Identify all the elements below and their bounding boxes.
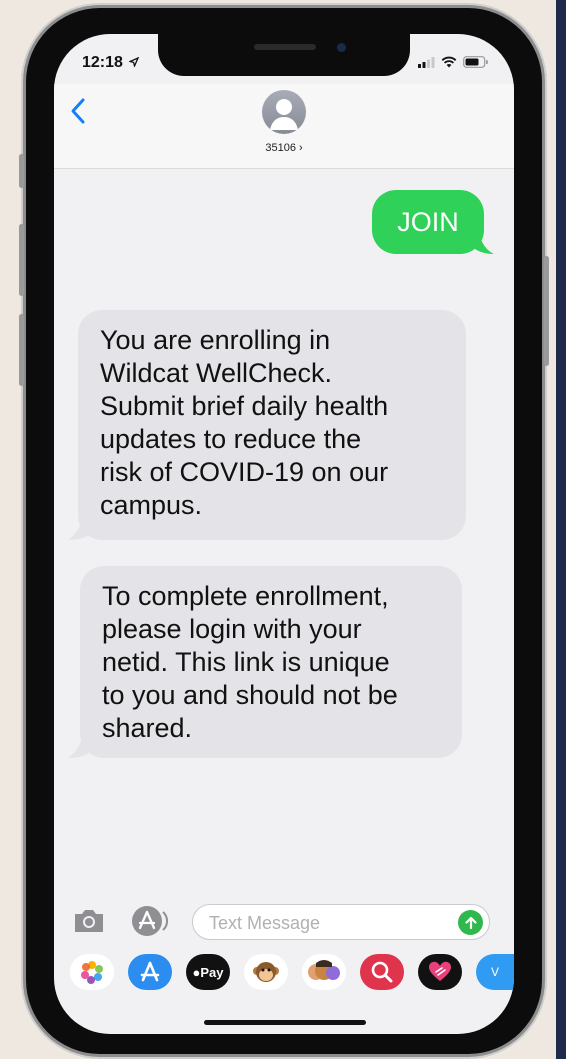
message-text: JOIN [397, 207, 459, 237]
apple-pay-icon: ●Pay [193, 965, 224, 980]
message-bubble-incoming: You are enrolling in Wildcat WellCheck. … [78, 310, 466, 540]
chevron-left-icon [71, 98, 85, 124]
monkey-memoji-app-button[interactable] [244, 954, 288, 990]
volume-up-button [19, 224, 24, 296]
message-line: Wildcat WellCheck. [100, 358, 333, 388]
signal-icon [418, 56, 435, 68]
search-images-icon [371, 961, 393, 983]
photos-icon [81, 961, 103, 984]
photos-app-button[interactable] [70, 954, 114, 990]
monkey-memoji-icon [253, 962, 279, 982]
message-line: shared. [102, 713, 193, 743]
apple-pay-label: Pay [200, 964, 224, 980]
message-line: netid. This link is unique [102, 647, 390, 677]
arrow-up-icon [464, 916, 477, 929]
memoji-icon [308, 960, 340, 980]
camera-icon [75, 910, 103, 932]
message-incoming: You are enrolling in Wildcat WellCheck. … [68, 310, 468, 542]
message-input[interactable] [207, 911, 441, 935]
back-button[interactable] [68, 96, 88, 126]
status-time: 12:18 [82, 54, 140, 72]
message-line: You are enrolling in [100, 325, 331, 355]
send-button[interactable] [458, 910, 483, 935]
battery-icon [463, 56, 488, 68]
contact-name[interactable]: 35106 › [54, 142, 514, 154]
memoji-app-button[interactable] [302, 954, 346, 990]
status-icons [418, 56, 488, 68]
message-field[interactable] [192, 904, 490, 940]
message-outgoing: JOIN [372, 190, 494, 254]
message-bubble-outgoing: JOIN [372, 190, 484, 254]
contact-avatar[interactable] [262, 90, 306, 134]
digital-touch-app-button[interactable] [418, 954, 462, 990]
apple-pay-app-button[interactable]: ●Pay [186, 954, 230, 990]
message-line: updates to reduce the [100, 424, 362, 454]
volume-down-button [19, 314, 24, 386]
app-drawer: ●Pay V [54, 954, 514, 998]
speaker [254, 44, 316, 50]
front-camera [337, 43, 346, 52]
message-line: campus. [100, 490, 203, 520]
digital-touch-icon [429, 961, 451, 981]
wifi-icon [441, 56, 457, 68]
message-line: To complete enrollment, [102, 581, 389, 611]
more-apps-icon: V [490, 965, 499, 979]
message-bubble-incoming: To complete enrollment, please login wit… [80, 566, 462, 758]
window-edge [556, 0, 566, 1059]
message-incoming: To complete enrollment, please login wit… [68, 566, 468, 762]
app-store-toggle-icon [132, 906, 169, 936]
composer-bar [54, 900, 514, 948]
message-line: to you and should not be [102, 680, 398, 710]
power-button [544, 256, 549, 366]
camera-button[interactable] [72, 906, 106, 936]
screen: 12:18 35106 › JOIN You are enrolling in … [54, 34, 514, 1034]
message-line: risk of COVID-19 on our [100, 457, 389, 487]
location-arrow-icon [128, 56, 140, 69]
notch [158, 34, 410, 76]
bubble-tail [472, 232, 494, 254]
app-store-app-button[interactable] [128, 954, 172, 990]
conversation-header: 35106 › [54, 84, 514, 169]
home-indicator [204, 1020, 366, 1025]
mute-switch [19, 154, 24, 188]
message-line: Submit brief daily health [100, 391, 389, 421]
app-store-button[interactable] [128, 904, 169, 938]
app-store-icon [140, 961, 160, 982]
person-icon [270, 99, 298, 130]
more-apps-button[interactable]: V [476, 954, 514, 990]
message-line: please login with your [102, 614, 362, 644]
search-images-app-button[interactable] [360, 954, 404, 990]
